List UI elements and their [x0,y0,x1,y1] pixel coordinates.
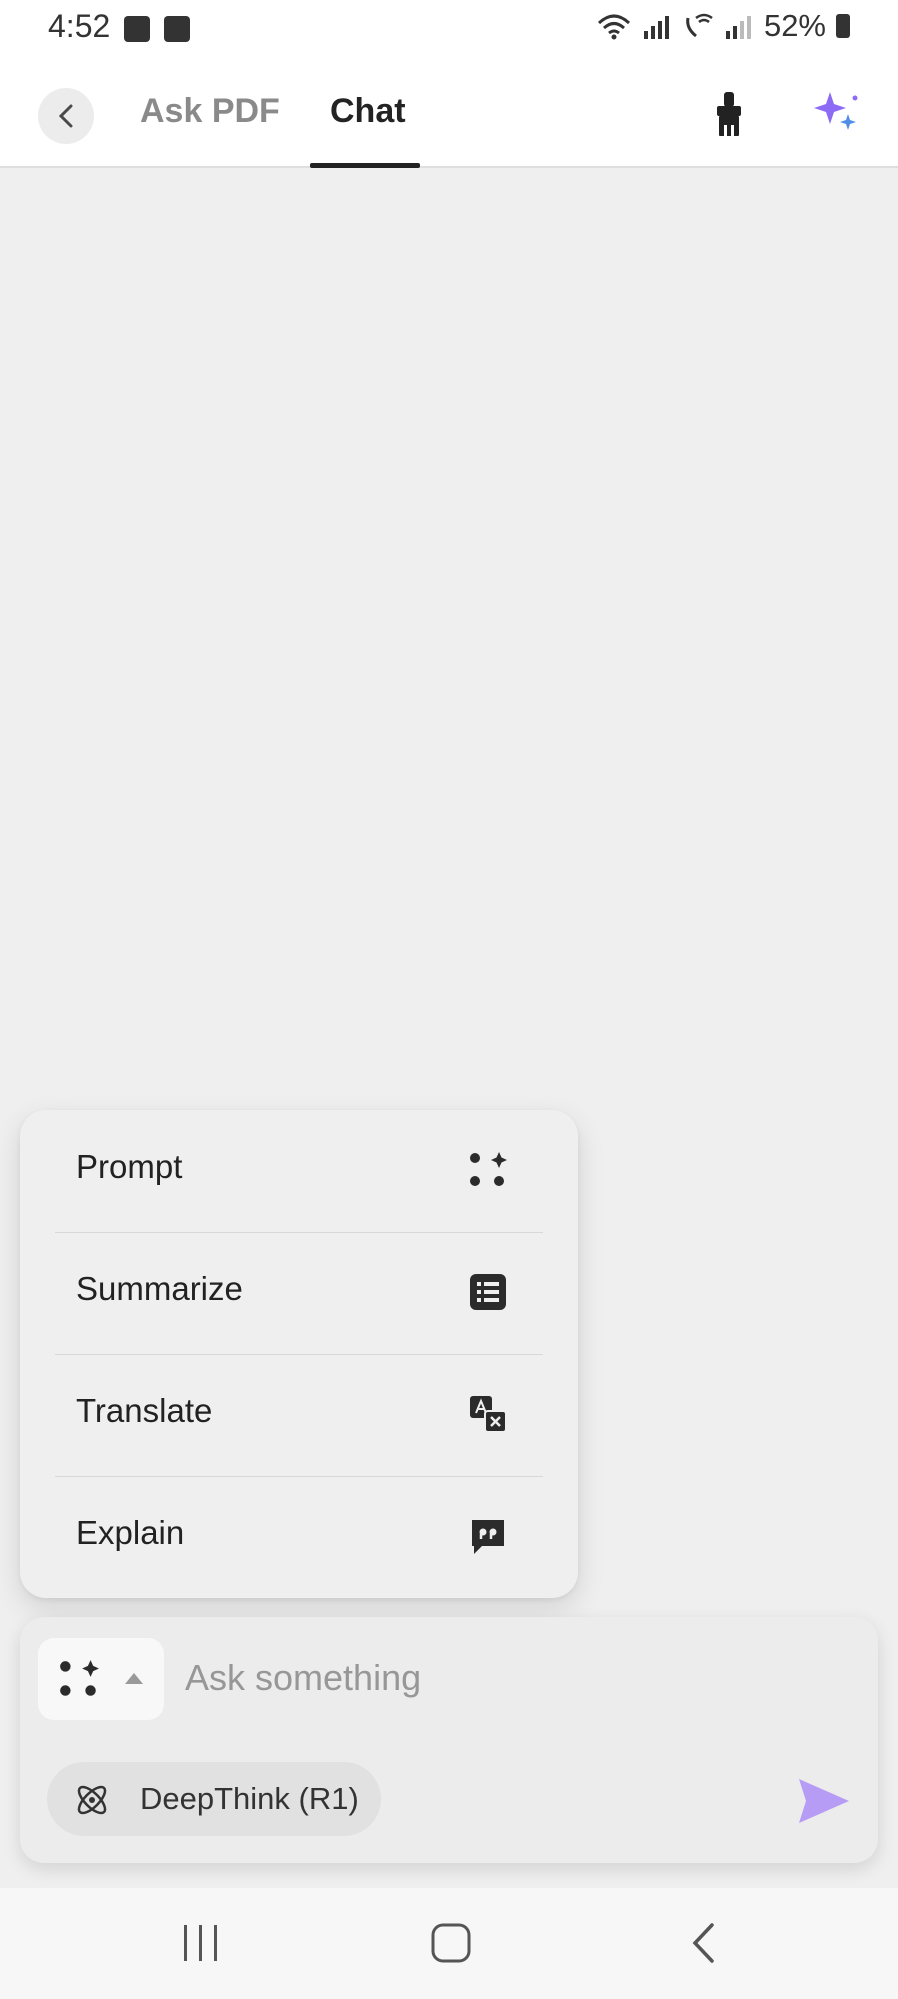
menu-item-label: Summarize [76,1270,243,1307]
tab-ask-pdf[interactable]: Ask PDF [140,92,280,131]
send-button[interactable] [796,1775,852,1827]
prompt-menu-toggle[interactable] [38,1638,164,1720]
deepthink-label: DeepThink (R1) [140,1781,359,1816]
brush-icon [717,92,741,136]
home-icon[interactable] [430,1922,472,1964]
menu-item-translate[interactable]: Translate [20,1354,578,1476]
top-app-bar: Ask PDF Chat [0,56,898,168]
prompt-dots-icon [470,1152,507,1186]
sparkle-icon [814,92,858,130]
status-time: 4:52 [48,8,111,44]
list-icon [470,1274,506,1310]
message-composer: Ask something DeepThink (R1) [20,1617,878,1863]
atom-icon [77,1785,107,1815]
menu-item-prompt[interactable]: Prompt [20,1110,578,1232]
prompt-dots-icon [60,1660,99,1696]
ai-assistant-button[interactable] [812,90,862,140]
quick-actions-menu: Prompt Summarize Translate Explain [20,1110,578,1598]
send-icon [799,1779,849,1823]
translate-icon [470,1396,507,1433]
status-right: 52% [594,8,850,44]
clean-chat-button[interactable] [710,90,748,142]
system-navigation-bar [0,1888,898,1999]
menu-item-label: Translate [76,1392,213,1429]
deepthink-toggle[interactable]: DeepThink (R1) [47,1762,381,1836]
system-back-icon[interactable] [688,1922,718,1964]
signal-icon-2 [725,16,751,39]
signal-icon [643,16,669,39]
checkbox-icon [164,16,190,42]
menu-item-label: Explain [76,1514,185,1551]
battery-icon [836,14,850,38]
message-input[interactable]: Ask something [185,1657,421,1699]
menu-item-explain[interactable]: Explain [20,1476,578,1598]
status-bar: 4:52 52% [0,0,898,56]
gallery-icon [124,16,150,42]
tab-chat[interactable]: Chat [330,92,406,131]
wifi-calling-icon [686,13,713,38]
menu-item-summarize[interactable]: Summarize [20,1232,578,1354]
active-tab-indicator [310,163,420,168]
explain-icon [472,1520,504,1554]
caret-up-icon [125,1673,143,1684]
recent-apps-icon[interactable] [182,1923,220,1963]
battery-percent: 52% [763,8,826,43]
back-button[interactable] [38,88,94,144]
menu-item-label: Prompt [76,1148,183,1185]
chevron-left-icon [58,104,73,128]
wifi-icon [597,14,630,40]
